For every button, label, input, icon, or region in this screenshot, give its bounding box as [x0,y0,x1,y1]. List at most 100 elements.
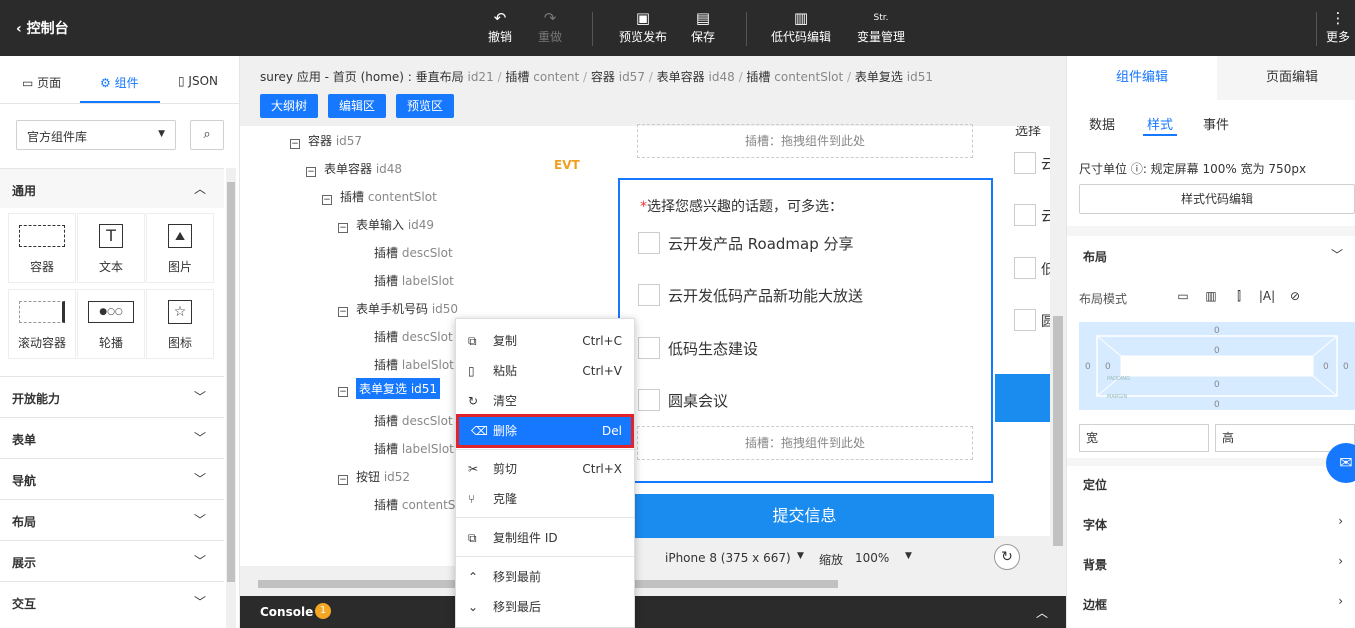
library-select[interactable]: 官方组件库 ▼ [16,120,176,150]
tree-node[interactable]: 插槽 contentSl [374,496,459,513]
component-container[interactable]: 容器 [8,213,76,283]
breadcrumb-item[interactable]: 表单容器 id48 [657,70,735,84]
tree-node[interactable]: 插槽 descSlot [374,412,453,429]
tree-node[interactable]: 插槽 descSlot [374,328,453,345]
save-button[interactable]: ▤ 保存 [673,8,733,45]
tree-node[interactable]: − 按钮 id52 [338,468,410,485]
preview-publish-button[interactable]: ▣ 预览发布 [613,8,673,45]
tree-node-selected[interactable]: 表单复选 id51 [356,378,441,399]
subtab-style[interactable]: 样式 [1147,114,1173,133]
breadcrumb-item[interactable]: 表单复选 id51 [855,70,933,84]
chevron-right-icon[interactable]: › [1338,554,1343,568]
back-to-console-button[interactable]: ‹ 控制台 [16,18,69,38]
section-layout[interactable]: 布局 ﹀ [0,499,224,539]
layout-block-icon[interactable]: ▭ [1171,285,1195,307]
more-button[interactable]: ⋮ 更多 [1318,8,1355,45]
scroll-thumb[interactable] [1053,316,1063,546]
menu-item-bring-front[interactable]: ⌃ 移到最前 [456,563,634,591]
component-carousel[interactable]: ●○○ 轮播 [77,289,145,359]
component-image[interactable]: ⛰ 图片 [146,213,214,283]
collapse-icon[interactable]: − [338,475,348,485]
caret-down-icon[interactable]: ▼ [797,551,804,561]
subtab-event[interactable]: 事件 [1203,114,1229,133]
margin-right-value[interactable]: 0 [1343,362,1349,372]
layout-inline-block-icon[interactable]: ⫿ [1227,285,1251,307]
layout-inline-icon[interactable]: |A| [1255,285,1279,307]
width-field[interactable]: 宽 [1079,424,1209,452]
peek-submit-button[interactable] [995,374,1050,422]
positioning-section[interactable]: 定位 [1083,476,1107,493]
menu-item-copy-id[interactable]: ⧉ 复制组件 ID [456,524,634,552]
tree-node[interactable]: − 容器 id57 [290,132,362,149]
subtab-data[interactable]: 数据 [1089,114,1115,133]
section-navigation[interactable]: 导航 ﹀ [0,458,224,498]
canvas-horizontal-scrollbar[interactable] [240,576,1050,592]
checkbox[interactable] [1014,204,1036,226]
menu-item-copy[interactable]: ⧉ 复制 Ctrl+C [456,327,634,355]
checkbox-option[interactable]: 低码生态建设 [638,337,758,359]
breadcrumb-item[interactable]: 容器 id57 [591,70,645,84]
layout-flex-icon[interactable]: ▥ [1199,285,1223,307]
tab-components[interactable]: ⚙ 组件 [100,74,139,91]
checkbox-option[interactable]: 云开发低码产品新功能大放送 [638,284,863,306]
tree-node[interactable]: 插槽 labelSlot [374,272,454,289]
tab-component-edit[interactable]: 组件编辑 [1067,56,1217,100]
menu-item-paste[interactable]: ▯ 粘贴 Ctrl+V [456,357,634,385]
caret-down-icon[interactable]: ▼ [905,551,912,561]
drop-zone[interactable]: 插槽：拖拽组件到此处 [637,426,973,460]
tree-node[interactable]: − 表单手机号码 id50 [338,300,458,317]
margin-left-value[interactable]: 0 [1085,362,1091,372]
variable-manage-button[interactable]: Str. 变量管理 [850,8,912,45]
breadcrumb-item[interactable]: 插槽 contentSlot [746,70,843,84]
menu-item-clone[interactable]: ⑂ 克隆 [456,485,634,513]
section-interaction[interactable]: 交互 ﹀ [0,581,224,621]
chevron-right-icon[interactable]: › [1338,514,1343,528]
checkbox-option[interactable]: 圆桌会议 [638,389,728,411]
box-model-editor[interactable]: 0 0 0 0 0 0 0 0 PADDING MARGIN [1079,322,1355,410]
tree-node[interactable]: 插槽 descSlot [374,244,453,261]
collapse-icon[interactable]: − [338,307,348,317]
collapse-icon[interactable]: − [306,167,316,177]
checkbox[interactable] [638,232,660,254]
eye-off-icon[interactable]: ⊘ [1283,285,1307,307]
device-select[interactable]: iPhone 8 (375 x 667) [665,551,791,565]
checkbox[interactable] [638,389,660,411]
checkbox[interactable] [638,337,660,359]
selected-checkbox-group[interactable]: *选择您感兴趣的话题，可多选： 云开发产品 Roadmap 分享 云开发低码产品… [618,178,993,483]
preview-area-button[interactable]: 预览区 [396,94,454,118]
tree-node[interactable]: 插槽 labelSlot [374,440,454,457]
redo-button[interactable]: ↷ 重做 [520,8,580,45]
component-icon[interactable]: ☆ 图标 [146,289,214,359]
lowcode-edit-button[interactable]: ▥ 低代码编辑 [766,8,836,45]
border-section[interactable]: 边框 [1083,596,1107,613]
section-form[interactable]: 表单 ﹀ [0,417,224,457]
margin-top-value[interactable]: 0 [1214,326,1220,336]
menu-item-clear[interactable]: ↻ 清空 [456,387,634,415]
component-text[interactable]: T 文本 [77,213,145,283]
outline-tree-button[interactable]: 大纲树 [260,94,318,118]
padding-right-value[interactable]: 0 [1323,362,1329,372]
drop-zone[interactable]: 插槽：拖拽组件到此处 [637,124,973,158]
menu-item-cut[interactable]: ✂ 剪切 Ctrl+X [456,455,634,483]
font-section[interactable]: 字体 [1083,516,1107,533]
edit-area-button[interactable]: 编辑区 [328,94,386,118]
zoom-select[interactable]: 100% [855,551,889,565]
menu-item-send-back[interactable]: ⌄ 移到最后 [456,593,634,621]
section-open-capability[interactable]: 开放能力 ﹀ [0,376,224,416]
checkbox[interactable] [638,284,660,306]
tree-node[interactable]: − 插槽 contentSlot [322,188,437,205]
padding-left-value[interactable]: 0 [1105,362,1111,372]
collapse-icon[interactable]: − [338,387,348,397]
chevron-right-icon[interactable]: › [1338,594,1343,608]
collapse-icon[interactable]: − [322,195,332,205]
console-bar[interactable]: Console 1 ︿ [240,596,1066,628]
component-scroll-container[interactable]: 滚动容器 [8,289,76,359]
reload-icon[interactable]: ↻ [994,544,1020,570]
checkbox-option[interactable]: 云开发产品 Roadmap 分享 [638,232,854,254]
margin-bottom-value[interactable]: 0 [1214,400,1220,410]
style-code-edit-button[interactable]: 样式代码编辑 [1079,184,1355,214]
padding-bottom-value[interactable]: 0 [1214,380,1220,390]
padding-top-value[interactable]: 0 [1214,346,1220,356]
search-button[interactable]: ⌕ [190,120,224,150]
breadcrumb-item[interactable]: 插槽 content [505,70,579,84]
